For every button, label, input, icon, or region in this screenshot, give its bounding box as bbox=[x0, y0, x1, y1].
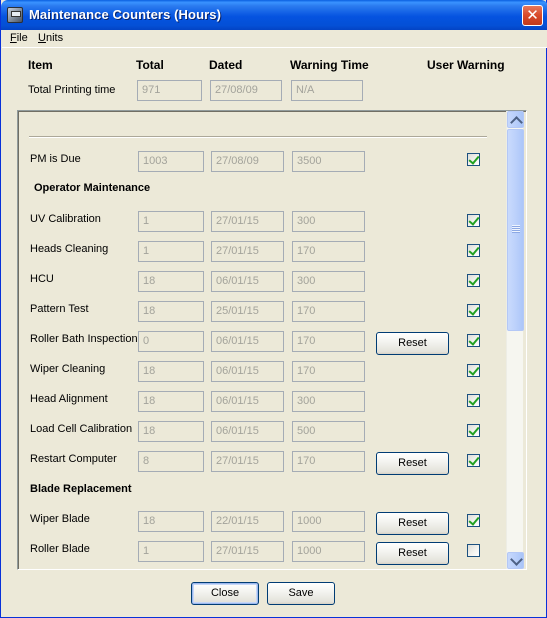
menu-file[interactable]: File bbox=[10, 32, 28, 44]
row-label: Heads Cleaning bbox=[30, 243, 109, 255]
row-warning-field[interactable]: 170 bbox=[292, 331, 365, 352]
row-label: HCU bbox=[30, 273, 54, 285]
row-total-field: 18 bbox=[138, 391, 204, 412]
row-warning-field[interactable]: 170 bbox=[292, 361, 365, 382]
row-user-warning-checkbox[interactable] bbox=[467, 394, 480, 407]
row-dated-field: 25/01/15 bbox=[211, 301, 284, 322]
reset-button[interactable]: Reset bbox=[376, 332, 449, 355]
menu-file-label: ile bbox=[16, 32, 28, 44]
row-label: Wiper Cleaning bbox=[30, 363, 106, 375]
row-dated-field: 22/01/15 bbox=[211, 511, 284, 532]
row-label: Wiper Blade bbox=[30, 513, 90, 525]
row-label: Head Alignment bbox=[30, 393, 108, 405]
row-label: Pattern Test bbox=[30, 303, 89, 315]
row-user-warning-checkbox[interactable] bbox=[467, 304, 480, 317]
row-total-field: 18 bbox=[138, 361, 204, 382]
title-bar[interactable]: Maintenance Counters (Hours) ✕ bbox=[1, 0, 547, 30]
pm-due-total-field: 1003 bbox=[138, 151, 204, 172]
total-printing-dated-field: 27/08/09 bbox=[210, 80, 282, 101]
row-user-warning-checkbox[interactable] bbox=[467, 214, 480, 227]
row-warning-field[interactable]: 170 bbox=[292, 241, 365, 262]
row-warning-field[interactable]: 170 bbox=[292, 451, 365, 472]
row-dated-field: 06/01/15 bbox=[211, 421, 284, 442]
close-window-button[interactable]: ✕ bbox=[522, 5, 543, 26]
vertical-scrollbar[interactable] bbox=[506, 111, 524, 569]
menu-units-label: nits bbox=[45, 32, 64, 44]
window-title: Maintenance Counters (Hours) bbox=[29, 7, 222, 22]
menu-file-mnemonic: F bbox=[10, 32, 17, 44]
column-header-user-warning: User Warning bbox=[427, 58, 505, 72]
row-dated-field: 06/01/15 bbox=[211, 391, 284, 412]
row-dated-field: 27/01/15 bbox=[211, 451, 284, 472]
row-dated-field: 27/01/15 bbox=[211, 241, 284, 262]
row-label: Roller Blade bbox=[30, 543, 90, 555]
row-total-field: 18 bbox=[138, 511, 204, 532]
row-total-field: 1 bbox=[138, 541, 204, 562]
row-user-warning-checkbox[interactable] bbox=[467, 364, 480, 377]
row-user-warning-checkbox[interactable] bbox=[467, 544, 480, 557]
menu-bar: File Units bbox=[2, 30, 547, 48]
total-printing-total-field: 971 bbox=[137, 80, 202, 101]
row-total-field: 18 bbox=[138, 421, 204, 442]
scroll-thumb[interactable] bbox=[507, 129, 524, 331]
reset-button[interactable]: Reset bbox=[376, 542, 449, 565]
scroll-thumb-grip bbox=[512, 225, 520, 233]
row-dated-field: 27/01/15 bbox=[211, 541, 284, 562]
column-header-dated: Dated bbox=[209, 58, 243, 72]
pm-due-user-warning-checkbox[interactable] bbox=[467, 153, 480, 166]
maintenance-counters-window: Maintenance Counters (Hours) ✕ File Unit… bbox=[0, 0, 547, 618]
column-header-total: Total bbox=[136, 58, 164, 72]
scroll-down-button[interactable] bbox=[507, 552, 524, 569]
save-button[interactable]: Save bbox=[267, 582, 335, 605]
row-warning-field[interactable]: 300 bbox=[292, 271, 365, 292]
row-user-warning-checkbox[interactable] bbox=[467, 424, 480, 437]
scroll-up-button[interactable] bbox=[507, 111, 524, 128]
reset-button[interactable]: Reset bbox=[376, 452, 449, 475]
row-total-field: 8 bbox=[138, 451, 204, 472]
row-total-field: 1 bbox=[138, 241, 204, 262]
row-user-warning-checkbox[interactable] bbox=[467, 244, 480, 257]
row-warning-field[interactable]: 1000 bbox=[292, 511, 365, 532]
row-label: Load Cell Calibration bbox=[30, 423, 133, 435]
row-warning-field[interactable]: 500 bbox=[292, 421, 365, 442]
pm-due-label: PM is Due bbox=[30, 153, 81, 165]
panel-divider bbox=[29, 136, 487, 138]
menu-units-mnemonic: U bbox=[38, 32, 46, 44]
row-label: UV Calibration bbox=[30, 213, 101, 225]
row-total-field: 0 bbox=[138, 331, 204, 352]
column-header-warning-time: Warning Time bbox=[290, 58, 369, 72]
row-dated-field: 06/01/15 bbox=[211, 331, 284, 352]
row-warning-field[interactable]: 300 bbox=[292, 391, 365, 412]
total-printing-label: Total Printing time bbox=[28, 84, 116, 96]
row-total-field: 18 bbox=[138, 271, 204, 292]
row-user-warning-checkbox[interactable] bbox=[467, 514, 480, 527]
row-dated-field: 27/01/15 bbox=[211, 211, 284, 232]
section-blade-replacement: Blade Replacement bbox=[30, 483, 132, 495]
row-total-field: 18 bbox=[138, 301, 204, 322]
row-dated-field: 06/01/15 bbox=[211, 271, 284, 292]
row-dated-field: 06/01/15 bbox=[211, 361, 284, 382]
section-operator-maintenance: Operator Maintenance bbox=[34, 182, 151, 194]
row-warning-field[interactable]: 1000 bbox=[292, 541, 365, 562]
row-warning-field[interactable]: 300 bbox=[292, 211, 365, 232]
column-header-item: Item bbox=[28, 58, 53, 72]
row-user-warning-checkbox[interactable] bbox=[467, 274, 480, 287]
row-user-warning-checkbox[interactable] bbox=[467, 454, 480, 467]
reset-button[interactable]: Reset bbox=[376, 512, 449, 535]
pm-due-warning-field[interactable]: 3500 bbox=[292, 151, 365, 172]
row-warning-field[interactable]: 170 bbox=[292, 301, 365, 322]
row-total-field: 1 bbox=[138, 211, 204, 232]
pm-due-dated-field: 27/08/09 bbox=[211, 151, 284, 172]
total-printing-warning-field: N/A bbox=[291, 80, 363, 101]
row-label: Restart Computer bbox=[30, 453, 117, 465]
row-label: Roller Bath Inspection bbox=[30, 333, 138, 345]
row-user-warning-checkbox[interactable] bbox=[467, 334, 480, 347]
menu-units[interactable]: Units bbox=[38, 32, 63, 44]
app-icon bbox=[7, 7, 23, 23]
close-button[interactable]: Close bbox=[191, 582, 259, 605]
